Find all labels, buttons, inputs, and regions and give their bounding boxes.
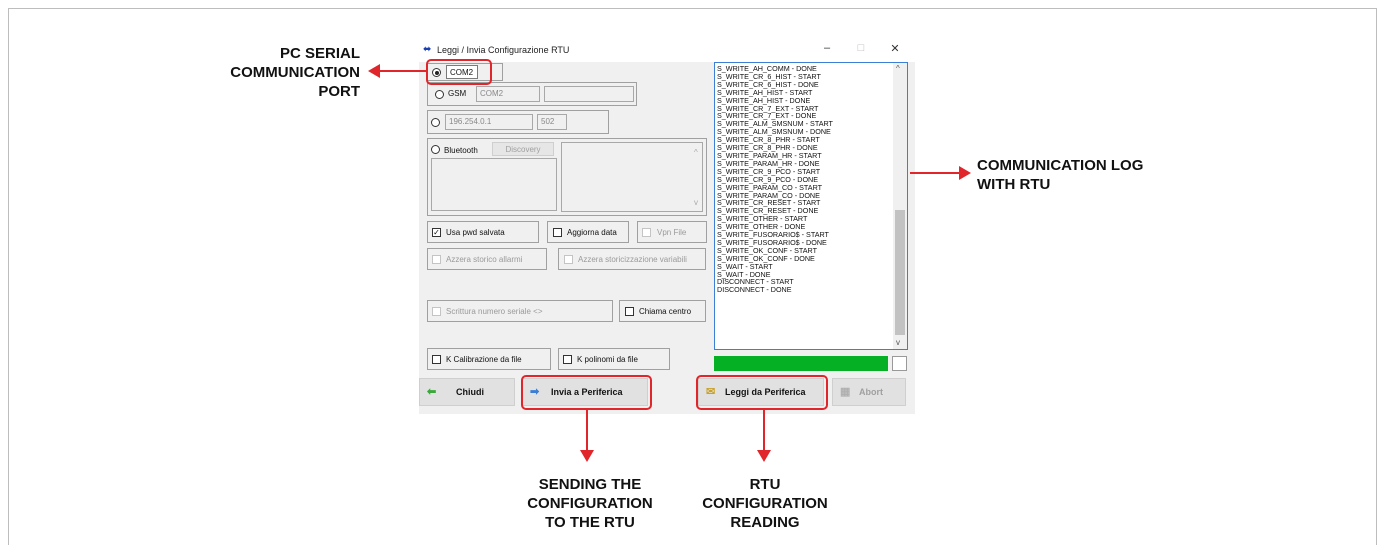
ip-port-field[interactable]: 502 [537,114,567,130]
maximize-button[interactable]: □ [854,42,868,54]
scroll-down-icon[interactable]: v [896,338,900,347]
scroll-up-icon[interactable]: ^ [896,64,900,73]
arrow-head-log [959,166,971,180]
close-button-label: Chiudi [456,387,484,397]
arrow-line-serial [378,70,426,72]
chevron-up-icon: ^ [694,148,698,157]
bluetooth-device-list[interactable] [431,158,557,211]
arrow-head-send [580,450,594,462]
k-polynomials-label: K polinomi da file [577,355,638,364]
vpn-file-checkbox[interactable] [642,228,651,237]
annotation-serial-port: PC SERIAL COMMUNICATION PORT [230,45,360,100]
serial-number-checkbox[interactable] [432,307,441,316]
use-saved-pwd-label: Usa pwd salvata [446,228,505,237]
reset-alarm-history-label: Azzera storico allarmi [446,255,523,264]
ip-radio[interactable] [431,118,440,127]
highlight-com-port [426,59,492,85]
gsm-port-field[interactable]: COM2 [476,86,540,102]
arrow-line-send [586,410,588,452]
progress-status-box [892,356,907,371]
progress-bar [714,356,888,371]
arrow-head-serial [368,64,380,78]
reset-var-history-label: Azzera storicizzazione variabili [578,255,687,264]
highlight-send-button [521,375,652,410]
reset-var-history-checkbox[interactable] [564,255,573,264]
bluetooth-radio[interactable] [431,145,440,154]
close-window-button[interactable]: ✕ [888,42,902,55]
back-arrow-icon: ⬅ [427,386,437,398]
annotation-sending: SENDING THE CONFIGURATION TO THE RTU [527,476,653,531]
arrow-head-read [757,450,771,462]
app-arrows-icon: ⬌ [423,44,432,55]
bluetooth-label: Bluetooth [444,146,478,155]
annotation-comm-log: COMMUNICATION LOG WITH RTU [977,157,1144,193]
window-title: Leggi / Invia Configurazione RTU [437,45,570,55]
arrow-line-read [763,410,765,452]
k-calibration-checkbox[interactable] [432,355,441,364]
vpn-file-label: Vpn File [657,228,687,237]
abort-button-label: Abort [859,387,883,397]
highlight-read-button [696,375,828,410]
update-date-label: Aggiorna data [567,228,617,237]
annotation-reading: RTU CONFIGURATION READING [702,476,828,531]
chevron-down-icon: v [694,198,698,207]
log-line: DISCONNECT - DONE [717,285,792,295]
call-center-label: Chiama centro [639,307,692,316]
log-lines: S_WRITE_AH_COMM - DONE S_WRITE_CR_6_HIST … [717,65,833,294]
k-polynomials-checkbox[interactable] [563,355,572,364]
call-center-checkbox[interactable] [625,307,634,316]
serial-number-label: Scrittura numero seriale <> [446,307,543,316]
use-saved-pwd-checkbox[interactable]: ✓ [432,228,441,237]
gsm-radio[interactable] [435,90,444,99]
gsm-number-field[interactable] [544,86,634,102]
log-scroll-thumb[interactable] [895,210,905,335]
ip-address-field[interactable]: 196.254.0.1 [445,114,533,130]
communication-log[interactable]: S_WRITE_AH_COMM - DONE S_WRITE_CR_6_HIST … [714,62,908,350]
bluetooth-details-list[interactable] [561,142,703,212]
reset-alarm-history-checkbox[interactable] [432,255,441,264]
arrow-line-log [910,172,960,174]
discovery-button[interactable]: Discovery [492,142,554,156]
close-button[interactable]: ⬅ Chiudi [419,378,515,406]
gsm-label: GSM [448,89,467,98]
abort-icon: ▦ [840,386,851,398]
update-date-checkbox[interactable] [553,228,562,237]
minimize-button[interactable]: – [820,42,834,54]
abort-button[interactable]: ▦ Abort [832,378,906,406]
k-calibration-label: K Calibrazione da file [446,355,522,364]
